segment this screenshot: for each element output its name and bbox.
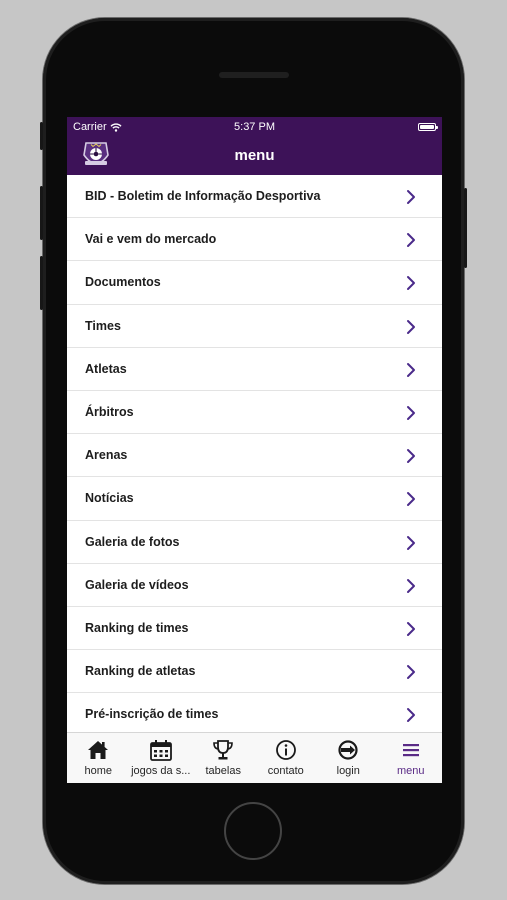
tab-label: jogos da s... xyxy=(131,765,191,777)
menu-list: BID - Boletim de Informação Desportiva V… xyxy=(67,175,442,737)
tab-bar: home jogos da s... tabelas contato login… xyxy=(67,732,442,783)
tab-label: home xyxy=(84,765,113,777)
tab-menu[interactable]: menu xyxy=(380,733,443,783)
status-bar: Carrier 5:37 PM xyxy=(67,117,442,137)
status-time: 5:37 PM xyxy=(234,121,275,133)
navigation-bar: menu xyxy=(67,137,442,175)
tab-label: login xyxy=(336,765,360,777)
menu-item-galeria-fotos[interactable]: Galeria de fotos xyxy=(67,521,442,564)
chevron-right-icon xyxy=(407,190,415,204)
menu-item-label: Ranking de times xyxy=(85,620,189,635)
info-icon xyxy=(275,740,296,760)
menu-item-label: Ranking de atletas xyxy=(85,664,196,679)
tab-label: tabelas xyxy=(205,765,241,777)
chevron-right-icon xyxy=(407,535,415,550)
volume-up-button xyxy=(40,186,43,240)
chevron-right-icon xyxy=(407,405,415,420)
menu-item-atletas[interactable]: Atletas xyxy=(67,348,442,391)
battery-icon xyxy=(418,123,438,131)
menu-item-label: Notícias xyxy=(85,491,134,506)
menu-item-vai-e-vem[interactable]: Vai e vem do mercado xyxy=(67,218,442,262)
menu-item-pre-inscricao[interactable]: Pré-inscrição de times xyxy=(67,693,442,737)
menu-item-arenas[interactable]: Arenas xyxy=(67,434,442,478)
tab-login[interactable]: login xyxy=(317,733,380,783)
chevron-right-icon xyxy=(407,276,415,291)
menu-item-times[interactable]: Times xyxy=(67,305,442,348)
earpiece-speaker xyxy=(219,72,289,78)
mute-switch xyxy=(40,122,43,150)
home-icon xyxy=(88,741,108,759)
app-screen: Carrier 5:37 PM menu BID - Boletim de In… xyxy=(67,117,442,783)
tab-home[interactable]: home xyxy=(67,733,130,783)
menu-item-bid[interactable]: BID - Boletim de Informação Desportiva xyxy=(67,175,442,219)
menu-item-ranking-atletas[interactable]: Ranking de atletas xyxy=(67,650,442,694)
menu-item-label: BID - Boletim de Informação Desportiva xyxy=(85,189,321,204)
menu-item-noticias[interactable]: Notícias xyxy=(67,477,442,521)
tab-label: menu xyxy=(396,765,425,777)
menu-item-label: Galeria de vídeos xyxy=(85,577,189,592)
menu-item-documentos[interactable]: Documentos xyxy=(67,261,442,305)
menu-item-label: Galeria de fotos xyxy=(85,534,180,549)
power-button xyxy=(464,188,467,268)
chevron-right-icon xyxy=(407,492,415,507)
menu-item-label: Documentos xyxy=(85,275,161,290)
chevron-right-icon xyxy=(407,449,415,464)
calendar-icon xyxy=(149,740,172,761)
menu-item-label: Arenas xyxy=(85,448,128,463)
menu-item-label: Árbitros xyxy=(85,405,134,420)
menu-item-ranking-times[interactable]: Ranking de times xyxy=(67,607,442,651)
menu-item-label: Atletas xyxy=(85,361,127,376)
tab-contato[interactable]: contato xyxy=(255,733,318,783)
chevron-right-icon xyxy=(407,621,415,636)
tab-label: contato xyxy=(267,765,304,777)
chevron-right-icon xyxy=(407,362,415,377)
menu-item-arbitros[interactable]: Árbitros xyxy=(67,391,442,435)
volume-down-button xyxy=(40,256,43,310)
menu-item-label: Pré-inscrição de times xyxy=(85,707,219,722)
menu-item-label: Vai e vem do mercado xyxy=(85,232,217,247)
menu-item-label: Times xyxy=(85,318,121,333)
tab-jogos[interactable]: jogos da s... xyxy=(130,733,193,783)
login-icon xyxy=(338,740,358,760)
chevron-right-icon xyxy=(407,319,415,334)
menu-icon xyxy=(402,744,419,757)
menu-item-galeria-videos[interactable]: Galeria de vídeos xyxy=(67,564,442,607)
page-title: menu xyxy=(234,147,275,164)
tab-tabelas[interactable]: tabelas xyxy=(192,733,255,783)
trophy-icon xyxy=(213,740,233,760)
chevron-right-icon xyxy=(407,233,415,248)
chevron-right-icon xyxy=(407,665,415,680)
chevron-right-icon xyxy=(407,578,415,593)
home-button[interactable] xyxy=(224,802,282,860)
chevron-right-icon xyxy=(407,708,415,723)
